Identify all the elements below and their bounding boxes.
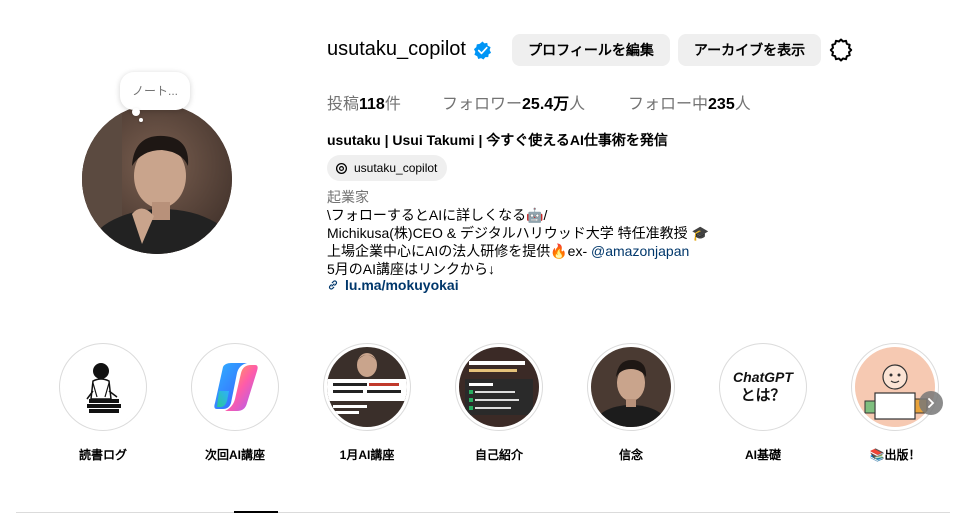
highlights-next-button[interactable] xyxy=(919,391,943,415)
highlight-label: 📚出版！ xyxy=(869,448,921,462)
bio-line: \フォローするとAIに詳しくなる🤖/ xyxy=(327,207,548,223)
posts-unit: 件 xyxy=(384,96,401,113)
verified-badge-icon xyxy=(473,41,492,60)
highlight-label: 次回AI講座 xyxy=(204,448,265,462)
bio-line: 5月のAI講座はリンクから↓ xyxy=(327,261,496,277)
bio-text: 上場企業中心にAIの法人研修を提供🔥ex- xyxy=(327,243,591,259)
followers-value: 25.4万 xyxy=(522,96,570,113)
link-icon xyxy=(328,280,338,290)
active-tab-indicator xyxy=(234,511,278,513)
portrait-photo-icon xyxy=(591,347,671,427)
profile-category: 起業家 xyxy=(327,189,369,205)
settings-gear-icon[interactable] xyxy=(829,38,853,62)
followers-label: フォロワー xyxy=(442,96,523,113)
highlight-next-ai-course[interactable]: 次回AI講座 xyxy=(191,343,279,463)
reading-illustration-icon xyxy=(63,347,143,427)
highlight-belief[interactable]: 信念 xyxy=(587,343,675,463)
view-archive-button[interactable]: アーカイブを表示 xyxy=(678,34,821,66)
threads-handle: usutaku_copilot xyxy=(354,161,438,175)
highlight-reading-log[interactable]: 読書ログ xyxy=(59,343,147,463)
highlight-label: 1月AI講座 xyxy=(339,448,395,462)
bio-line: 上場企業中心にAIの法人研修を提供🔥ex- @amazonjapan xyxy=(327,241,689,261)
highlight-label: AI基礎 xyxy=(744,448,781,462)
tabs-divider xyxy=(16,512,950,513)
followers-count[interactable]: フォロワー25.4万人 xyxy=(442,90,585,114)
posts-value: 118 xyxy=(359,96,385,113)
following-count[interactable]: フォロー中235人 xyxy=(628,90,751,114)
posts-label: 投稿 xyxy=(327,96,360,113)
chatgpt-text-icon: ChatGPT とは？ xyxy=(723,347,803,427)
followers-unit: 人 xyxy=(569,96,586,113)
profile-username: usutaku_copilot xyxy=(327,38,466,60)
bio-line: Michikusa(株)CEO & デジタルハリウッド大学 特任准教授 🎓 xyxy=(327,225,709,241)
following-value: 235 xyxy=(708,96,735,113)
highlight-ai-basics[interactable]: ChatGPT とは？ AI基礎 xyxy=(719,343,807,463)
cover-text-line2: とは？ xyxy=(740,387,786,404)
copilot-logo-icon xyxy=(195,347,275,427)
edit-profile-button[interactable]: プロフィールを編集 xyxy=(512,34,670,66)
threads-badge[interactable]: usutaku_copilot xyxy=(327,155,448,181)
posts-count: 投稿118件 xyxy=(327,90,401,114)
book-illustration-icon xyxy=(855,347,935,427)
mention-link[interactable]: @amazonjapan xyxy=(591,243,689,259)
cover-text-line1: ChatGPT xyxy=(733,369,793,385)
chevron-right-icon xyxy=(928,398,935,408)
external-link[interactable]: lu.ma/mokuyokai xyxy=(327,277,459,293)
following-label: フォロー中 xyxy=(628,96,709,113)
intro-slide-icon xyxy=(459,347,539,427)
highlight-label: 自己紹介 xyxy=(474,448,523,462)
note-bubble-tail xyxy=(132,108,140,116)
note-bubble-tail-small xyxy=(139,118,143,122)
highlight-label: 読書ログ xyxy=(78,448,127,462)
highlight-january-ai-course[interactable]: 1月AI講座 xyxy=(323,343,411,463)
highlight-label: 信念 xyxy=(618,448,643,462)
photo-slide-icon xyxy=(327,347,407,427)
threads-icon xyxy=(335,162,348,174)
profile-full-name: usutaku | Usui Takumi | 今すぐ使えるAI仕事術を発信 xyxy=(327,132,668,148)
highlight-self-intro[interactable]: 自己紹介 xyxy=(455,343,543,463)
following-unit: 人 xyxy=(734,96,751,113)
profile-avatar[interactable] xyxy=(82,104,232,254)
note-bubble[interactable]: ノート... xyxy=(120,72,191,110)
external-link-text: lu.ma/mokuyokai xyxy=(345,277,459,293)
